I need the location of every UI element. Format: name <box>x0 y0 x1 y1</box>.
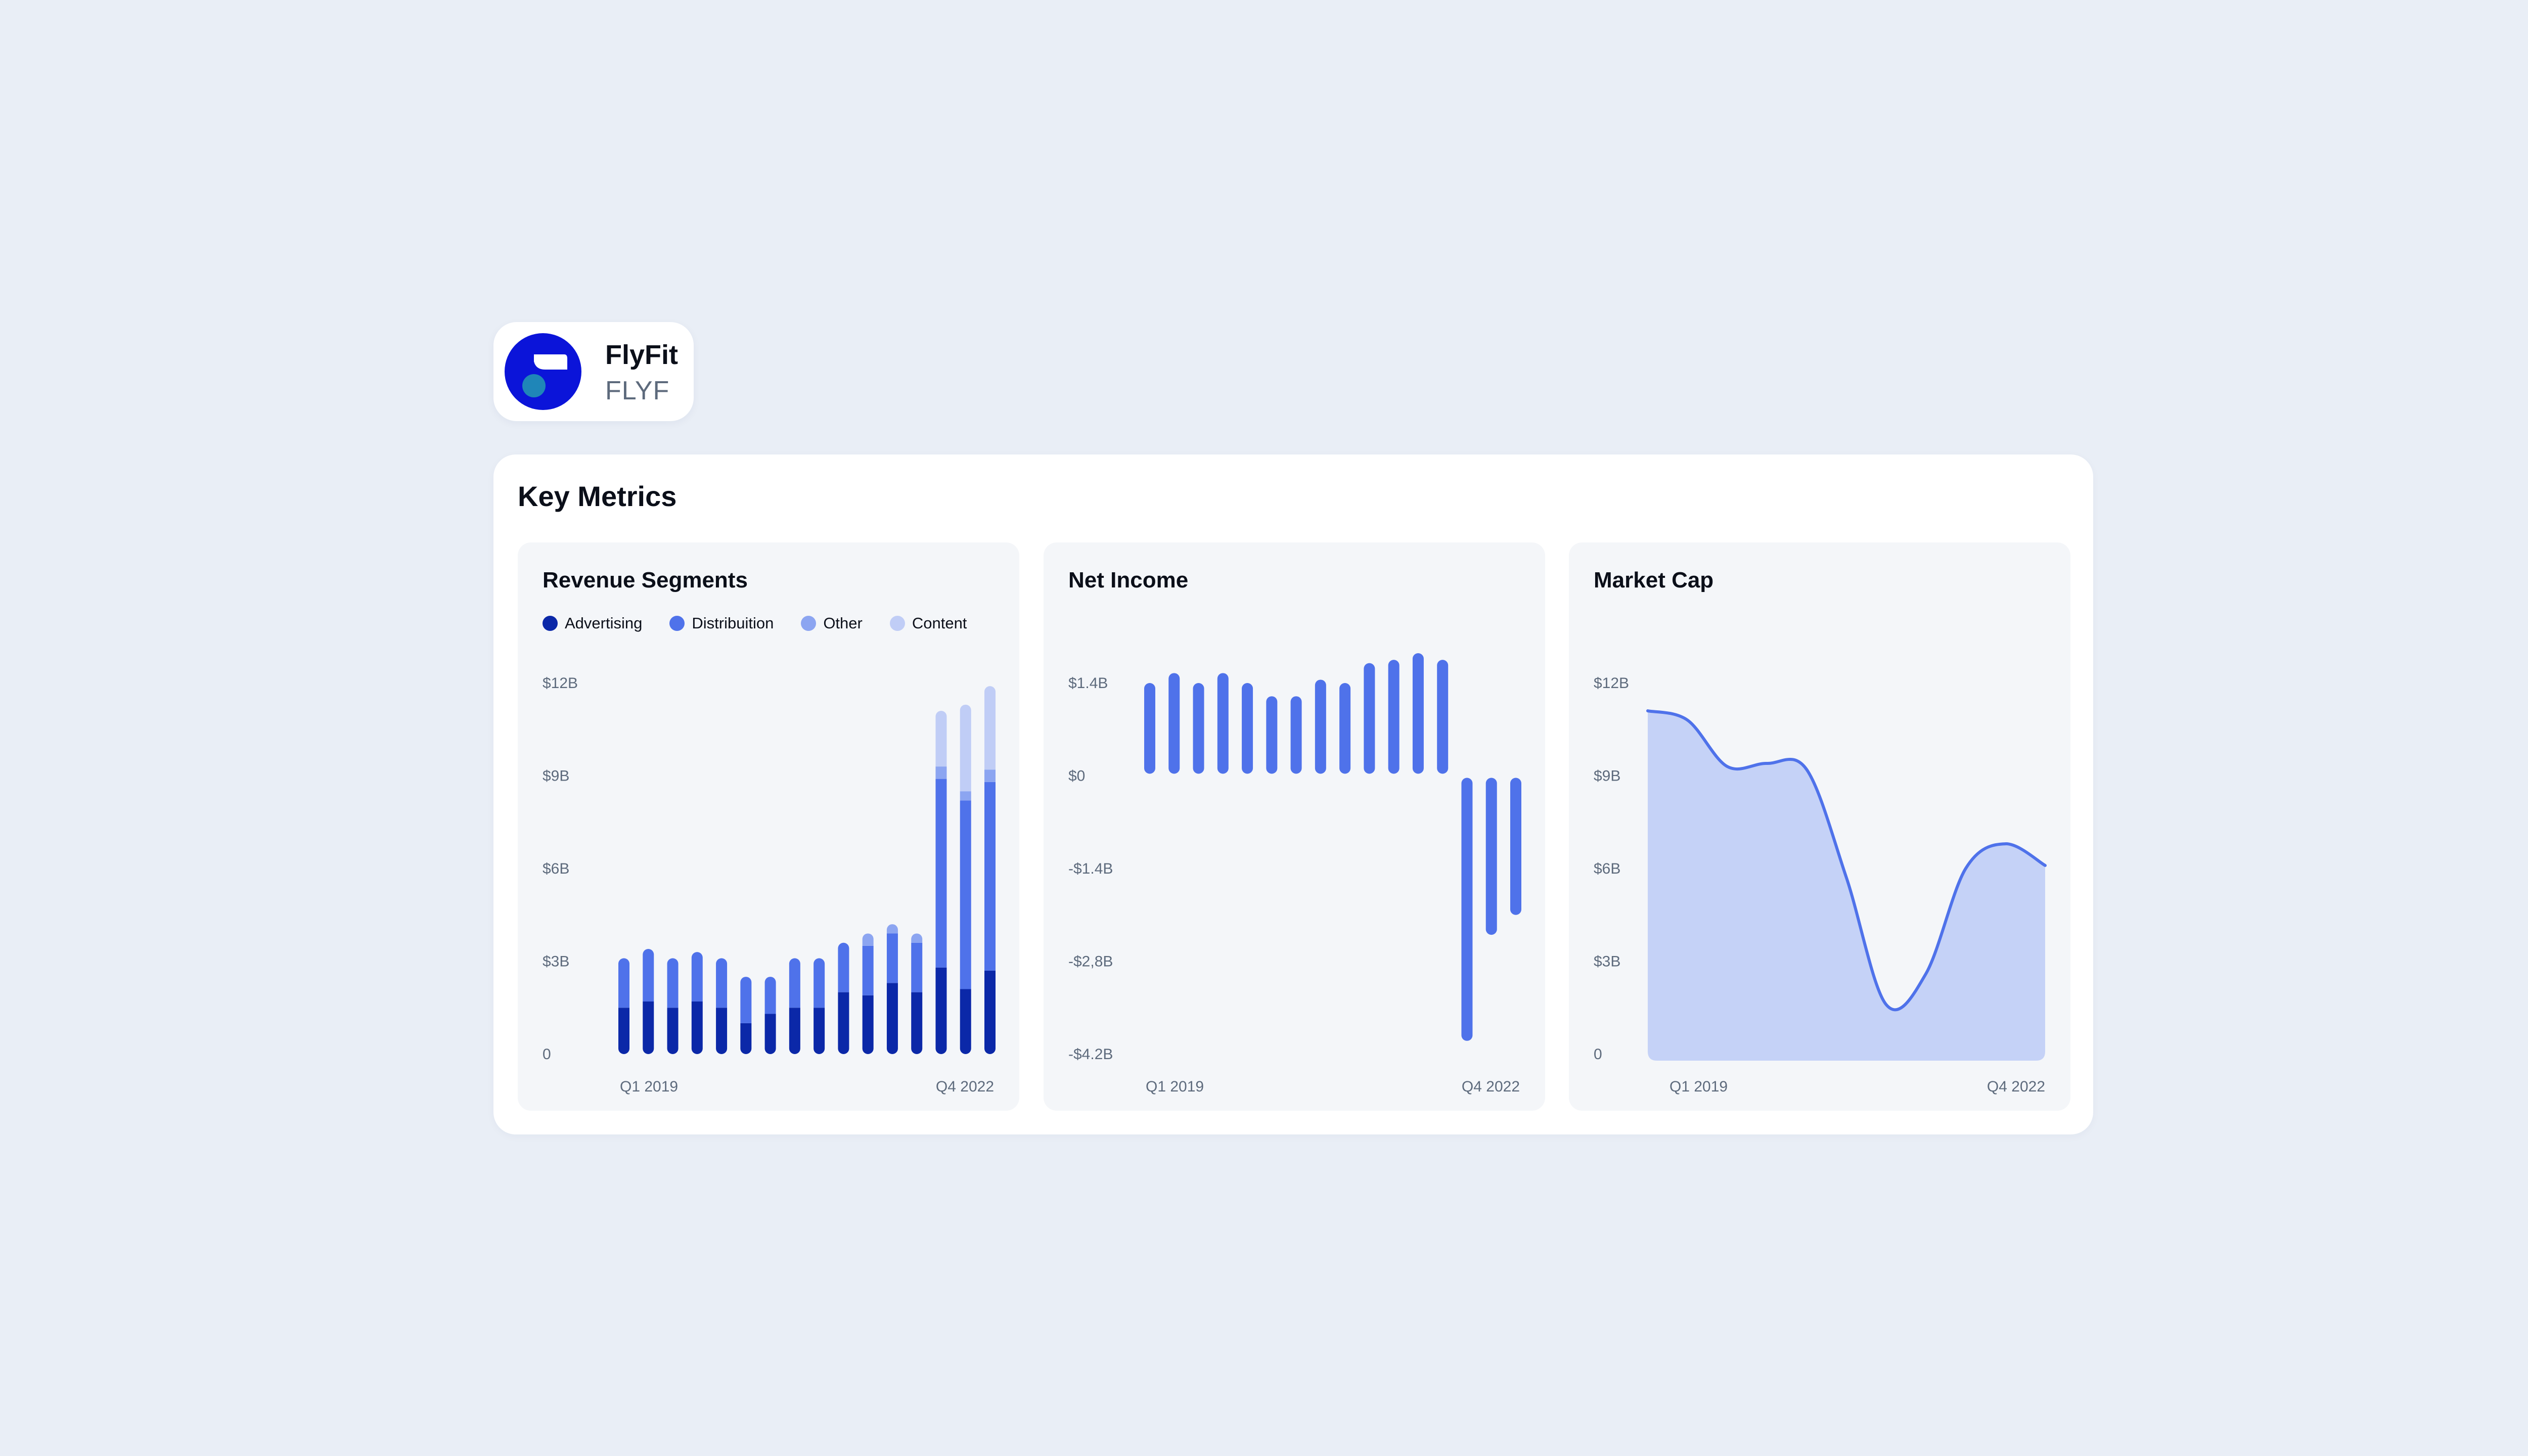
revenue-x-tick-label-end: Q4 2022 <box>936 1078 994 1095</box>
revenue-y-tick-label: 0 <box>543 1046 551 1063</box>
net-income-bar <box>1168 673 1180 774</box>
net-income-bar <box>1290 696 1302 774</box>
net-income-bar <box>1217 673 1229 774</box>
market-cap-panel: Market Cap $12B $9B $6B $3B 0 Q1 2019 Q4 2022 <box>1569 542 2070 1111</box>
net-income-bar <box>1315 679 1326 774</box>
revenue-bar-distribuition <box>789 958 800 1008</box>
revenue-bar-distribuition <box>911 942 923 992</box>
revenue-y-tick-label: $6B <box>543 860 569 877</box>
revenue-segments-chart: $12B $9B $6B $3B 0 Q1 2019 Q4 2022 <box>543 675 996 1095</box>
net-income-bar <box>1437 660 1449 774</box>
revenue-y-tick-label: $9B <box>543 768 569 785</box>
revenue-bar-advertising <box>984 970 996 1054</box>
company-name: FlyFit <box>605 340 678 370</box>
revenue-bar-other <box>911 933 923 943</box>
net-income-bar <box>1339 683 1351 774</box>
net-income-bar <box>1388 660 1400 774</box>
marketcap-x-tick-label-start: Q1 2019 <box>1669 1078 1728 1095</box>
revenue-bar-other <box>960 791 971 801</box>
net-income-bar <box>1193 683 1204 774</box>
revenue-bar-advertising <box>716 1008 728 1054</box>
revenue-bar-distribuition <box>618 958 629 1008</box>
netincome-x-tick-label-start: Q1 2019 <box>1146 1078 1204 1095</box>
revenue-bar-distribuition <box>814 958 825 1008</box>
revenue-bar-advertising <box>764 1014 776 1054</box>
revenue-bar-distribuition <box>862 945 874 995</box>
revenue-bar-content <box>984 686 996 770</box>
revenue-segments-panel: Revenue Segments Advertising Distribuiti… <box>518 542 1019 1111</box>
netincome-x-tick-label-end: Q4 2022 <box>1462 1078 1520 1095</box>
revenue-y-tick-label: $12B <box>543 675 578 692</box>
marketcap-y-tick-label: $3B <box>1594 953 1620 970</box>
revenue-bar-distribuition <box>716 958 728 1008</box>
netincome-y-tick-label: $0 <box>1068 768 1085 785</box>
marketcap-y-tick-label: $12B <box>1594 675 1629 692</box>
revenue-bar-advertising <box>643 1002 654 1054</box>
net-income-panel: Net Income $1.4B $0 -$1.4B -$2,8B -$4.2B Q1 2… <box>1044 542 1545 1111</box>
revenue-x-tick-label-start: Q1 2019 <box>620 1078 678 1095</box>
revenue-bar-distribuition <box>984 782 996 971</box>
revenue-bar-distribuition <box>935 779 947 968</box>
revenue-bar-advertising <box>789 1008 800 1054</box>
revenue-bar-distribuition <box>643 949 654 1002</box>
net-income-bar <box>1461 778 1473 1041</box>
netincome-y-tick-label: $1.4B <box>1068 675 1108 692</box>
net-income-bar <box>1144 683 1155 774</box>
revenue-bar-other <box>984 769 996 782</box>
net-income-chart: $1.4B $0 -$1.4B -$2,8B -$4.2B Q1 2019 Q4 2022 <box>1068 653 1521 1095</box>
revenue-y-tick-label: $3B <box>543 953 569 970</box>
net-income-bar <box>1242 683 1253 774</box>
marketcap-x-tick-label-end: Q4 2022 <box>1987 1078 2045 1095</box>
revenue-bar-distribuition <box>691 952 703 1002</box>
market-cap-chart: $12B $9B $6B $3B 0 Q1 2019 Q4 2022 <box>1594 675 2047 1095</box>
revenue-bar-advertising <box>667 1008 679 1054</box>
revenue-bar-content <box>935 711 947 767</box>
netincome-y-tick-label: -$1.4B <box>1068 860 1113 877</box>
key-metrics-card: Key Metrics Revenue Segments Advertising… <box>493 454 2093 1134</box>
net-income-bar <box>1266 696 1278 774</box>
net-income-bar <box>1364 663 1375 774</box>
revenue-bar-distribuition <box>886 933 898 983</box>
revenue-bar-advertising <box>618 1008 629 1054</box>
company-badge[interactable]: FlyFit FLYF <box>493 322 694 421</box>
marketcap-y-tick-label: $6B <box>1594 860 1620 877</box>
company-ticker: FLYF <box>605 376 670 405</box>
revenue-bar-distribuition <box>838 942 849 992</box>
revenue-bar-distribuition <box>960 800 971 989</box>
netincome-y-tick-label: -$4.2B <box>1068 1046 1113 1063</box>
netincome-y-tick-label: -$2,8B <box>1068 953 1113 970</box>
net-income-bar <box>1412 653 1424 774</box>
revenue-bar-advertising <box>814 1008 825 1054</box>
revenue-bar-advertising <box>691 1002 703 1054</box>
revenue-bar-advertising <box>886 983 898 1054</box>
revenue-bar-distribuition <box>667 958 679 1008</box>
market-cap-area <box>1648 711 2045 1061</box>
revenue-bar-other <box>862 933 874 946</box>
flyfit-logo-icon <box>505 333 581 410</box>
revenue-bar-other <box>886 924 898 934</box>
revenue-bar-advertising <box>960 989 971 1054</box>
marketcap-y-tick-label: 0 <box>1594 1046 1602 1063</box>
revenue-bar-advertising <box>838 992 849 1054</box>
revenue-bar-other <box>935 766 947 779</box>
revenue-bar-advertising <box>740 1023 752 1054</box>
revenue-bar-distribuition <box>764 977 776 1014</box>
revenue-bar-advertising <box>911 992 923 1054</box>
revenue-bar-distribuition <box>740 977 752 1023</box>
marketcap-y-tick-label: $9B <box>1594 768 1620 785</box>
net-income-bar <box>1510 778 1521 915</box>
key-metrics-title: Key Metrics <box>518 480 677 512</box>
revenue-bar-advertising <box>935 967 947 1054</box>
net-income-bar <box>1485 778 1497 935</box>
revenue-bar-content <box>960 704 971 792</box>
revenue-bar-advertising <box>862 995 874 1054</box>
page: FlyFit FLYF Key Metrics Revenue Segments… <box>0 0 2528 1456</box>
